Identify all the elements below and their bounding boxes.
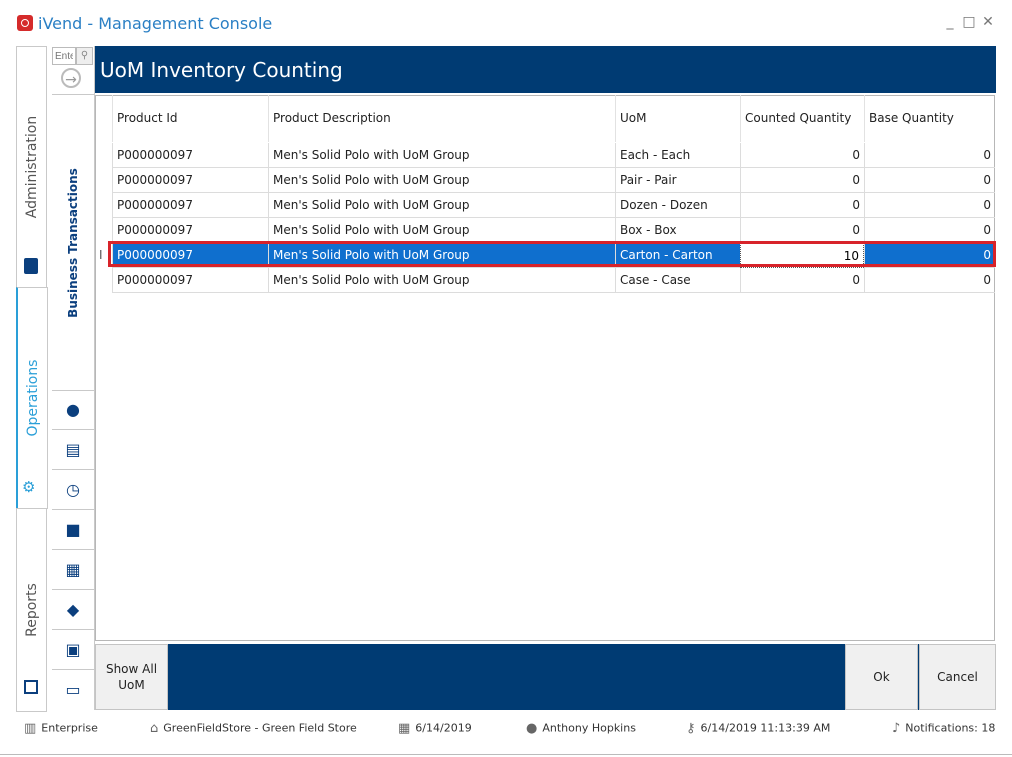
administration-icon [24,258,38,274]
table-cell-counted[interactable]: 0 [740,218,864,243]
table-cell-description[interactable]: Men's Solid Polo with UoM Group [268,193,615,218]
arrow-right-icon[interactable]: → [61,68,81,88]
vertical-tab-strip: Administration Operations Reports [16,46,48,712]
minimize-button[interactable]: _ [942,14,958,30]
cancel-label: Cancel [937,670,978,684]
gift-card-icon[interactable]: ▭ [52,670,94,709]
tab-operations[interactable]: Operations [16,287,48,509]
money-user-icon[interactable]: ● [52,390,94,430]
register-icon[interactable]: ▤ [52,430,94,470]
nav-section-business-transactions[interactable]: Business Transactions [52,94,94,391]
table-cell-base[interactable]: 0 [864,193,995,218]
table-cell-base[interactable]: 0 [864,268,995,293]
table-cell-product-id[interactable]: P000000097 [112,268,268,293]
column-header-counted-quantity[interactable]: Counted Quantity [740,95,864,142]
maximize-button[interactable]: □ [961,14,977,30]
warehouse-icon[interactable]: ▦ [52,550,94,590]
table-cell-description[interactable]: Men's Solid Polo with UoM Group [268,268,615,293]
table-cell-base[interactable]: 0 [864,218,995,243]
status-notifications[interactable]: ♪ Notifications: 18 [892,721,995,736]
store-money-icon[interactable]: ▣ [52,630,94,670]
row-indicator: I [99,248,103,262]
table-cell-counted[interactable]: 0 [740,143,864,168]
status-company-text: Enterprise [41,721,98,735]
gift-icon[interactable]: ■ [52,510,94,550]
reports-icon [24,680,38,694]
table-cell-product-id[interactable]: P000000097 [112,193,268,218]
table-cell-base[interactable]: 0 [864,168,995,193]
selected-row-highlight [108,241,996,267]
status-notifications-text: Notifications: 18 [905,721,996,735]
table-cell-counted[interactable]: 0 [740,168,864,193]
status-date-text: 6/14/2019 [415,721,472,735]
close-button[interactable]: ✕ [980,14,996,30]
status-timestamp: ⚷ 6/14/2019 11:13:39 AM [686,721,830,736]
search-icon[interactable]: ⚲ [76,47,93,65]
cancel-button[interactable]: Cancel [919,644,996,710]
table-cell-product-id[interactable]: P000000097 [112,143,268,168]
key-icon: ⚷ [686,721,696,736]
nav-search-input[interactable] [52,47,76,65]
nav-section-label: Business Transactions [66,167,80,318]
column-header-base-quantity[interactable]: Base Quantity [864,95,995,142]
building-icon: ▥ [24,721,37,736]
status-store-text: GreenFieldStore - Green Field Store [163,721,357,735]
status-company: ▥ Enterprise [24,721,98,736]
status-store: ⌂ GreenFieldStore - Green Field Store [150,721,357,736]
tab-administration[interactable]: Administration [16,46,47,288]
status-user-text: Anthony Hopkins [542,721,636,735]
column-header-product-description[interactable]: Product Description [268,95,615,142]
clock-icon[interactable]: ◷ [52,470,94,510]
table-cell-product-id[interactable]: P000000097 [112,168,268,193]
table-cell-description[interactable]: Men's Solid Polo with UoM Group [268,168,615,193]
calendar-icon: ▦ [398,721,411,736]
table-cell-uom[interactable]: Dozen - Dozen [615,193,740,218]
status-date: ▦ 6/14/2019 [398,721,472,736]
store-icon: ⌂ [150,721,159,736]
table-cell-counted[interactable]: 0 [740,193,864,218]
tag-icon[interactable]: ◆ [52,590,94,630]
column-header-product-id[interactable]: Product Id [112,95,268,142]
bell-icon: ♪ [892,721,901,736]
table-cell-description[interactable]: Men's Solid Polo with UoM Group [268,143,615,168]
ok-label: Ok [873,670,890,684]
bottom-divider [0,754,1012,755]
status-timestamp-text: 6/14/2019 11:13:39 AM [700,721,831,735]
tab-operations-label: Operations [24,359,41,437]
ok-button[interactable]: Ok [845,644,918,710]
table-cell-uom[interactable]: Pair - Pair [615,168,740,193]
table-cell-uom[interactable]: Box - Box [615,218,740,243]
tab-reports-label: Reports [23,583,40,637]
table-cell-description[interactable]: Men's Solid Polo with UoM Group [268,218,615,243]
status-user: ● Anthony Hopkins [526,721,636,736]
gear-icon: ⚙ [22,478,36,496]
table-cell-product-id[interactable]: P000000097 [112,218,268,243]
column-header-uom[interactable]: UoM [615,95,740,142]
app-logo-icon [17,15,33,31]
table-cell-uom[interactable]: Each - Each [615,143,740,168]
table-cell-counted[interactable]: 0 [740,268,864,293]
table-cell-base[interactable]: 0 [864,143,995,168]
table-cell-uom[interactable]: Case - Case [615,268,740,293]
user-icon: ● [526,721,538,736]
tab-administration-label: Administration [23,115,40,219]
window-title: iVend - Management Console [38,14,273,33]
show-all-uom-label: Show All UoM [105,662,158,692]
show-all-uom-button[interactable]: Show All UoM [95,644,168,710]
page-title: UoM Inventory Counting [100,58,343,82]
